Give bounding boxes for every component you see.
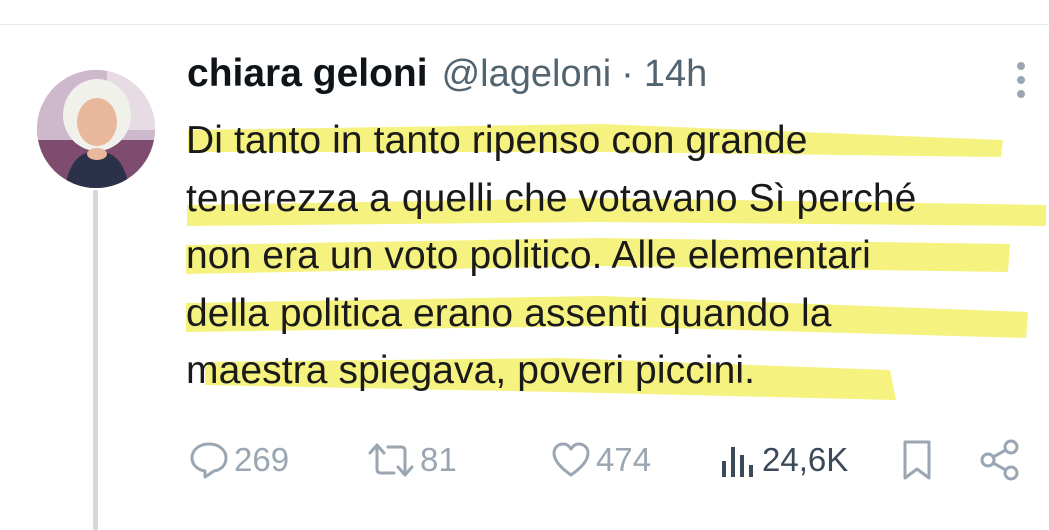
tweet-text-line: tenerezza a quelli che votavano Sì perch… xyxy=(186,176,917,220)
views-count: 24,6K xyxy=(762,441,849,478)
timestamp[interactable]: 14h xyxy=(644,53,707,96)
like-count: 474 xyxy=(596,441,652,478)
top-divider xyxy=(0,24,1049,25)
bookmark-icon xyxy=(903,440,931,480)
more-vertical-icon[interactable] xyxy=(1010,58,1032,102)
avatar[interactable] xyxy=(37,70,155,188)
avatar-image xyxy=(37,70,155,188)
reply-icon xyxy=(190,442,228,479)
retweet-icon xyxy=(368,443,414,477)
tweet-text-line: maestra spiegava, poveri piccini. xyxy=(186,349,756,392)
reply-count: 269 xyxy=(234,441,290,478)
views-button[interactable]: 24,6K xyxy=(718,432,848,488)
tweet-text-line: Di tanto in tanto ripenso con grande xyxy=(186,119,808,162)
action-bar: 269 81 474 24,6K xyxy=(0,432,1049,488)
author-handle[interactable]: @lageloni xyxy=(442,53,612,96)
tweet-text-line: non era un voto politico. Alle elementar… xyxy=(186,234,871,277)
retweet-button[interactable]: 81 xyxy=(366,432,457,488)
bookmark-button[interactable] xyxy=(900,432,934,488)
views-icon xyxy=(722,447,753,477)
like-button[interactable]: 474 xyxy=(550,432,651,488)
retweet-count: 81 xyxy=(420,441,457,478)
tweet-text-line: della politica erano assenti quando la xyxy=(186,291,832,335)
separator-dot: · xyxy=(621,53,634,95)
share-icon xyxy=(980,439,1019,481)
tweet-text: Di tanto in tanto ripenso con grande ten… xyxy=(186,112,1046,400)
share-button[interactable] xyxy=(978,432,1022,488)
heart-icon xyxy=(552,442,590,477)
tweet-header: chiara geloni @lageloni · 14h xyxy=(187,52,707,102)
author-name[interactable]: chiara geloni xyxy=(187,52,428,96)
reply-button[interactable]: 269 xyxy=(188,432,289,488)
